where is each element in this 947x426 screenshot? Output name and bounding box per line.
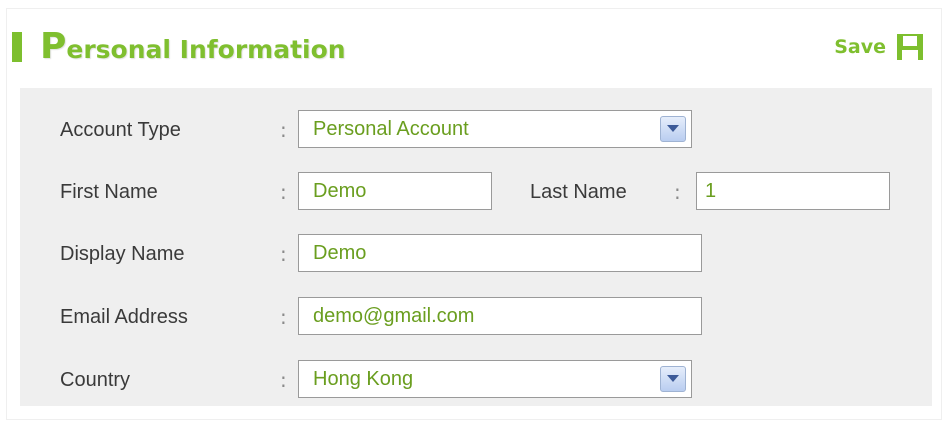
chevron-down-icon [667, 375, 679, 382]
email-separator: : [280, 305, 287, 329]
personal-information-form: Account Type : Personal Account First Na… [20, 88, 932, 406]
country-value: Hong Kong [313, 368, 414, 390]
last-name-input[interactable]: 1 [696, 172, 890, 210]
chevron-down-icon [667, 125, 679, 132]
country-row: Country : Hong Kong [20, 360, 932, 400]
account-type-dropdown-button[interactable] [660, 116, 686, 142]
account-type-row: Account Type : Personal Account [20, 110, 932, 150]
last-name-label: Last Name [530, 181, 627, 203]
account-type-value: Personal Account [313, 118, 469, 140]
country-label: Country [60, 369, 131, 391]
save-label[interactable]: Save [834, 36, 886, 58]
section-title-initial: P [40, 26, 67, 67]
email-label: Email Address [60, 306, 188, 328]
section-header: Personal Information Save [12, 22, 932, 72]
floppy-disk-icon[interactable] [896, 33, 924, 61]
country-dropdown-button[interactable] [660, 366, 686, 392]
save-button[interactable]: Save [834, 32, 924, 62]
display-name-row: Display Name : Demo [20, 234, 932, 274]
account-type-label: Account Type [60, 119, 181, 141]
last-name-separator: : [674, 180, 681, 204]
display-name-input[interactable]: Demo [298, 234, 702, 272]
first-name-label: First Name [60, 181, 158, 203]
first-name-input[interactable]: Demo [298, 172, 492, 210]
section-title-rest: ersonal Information [66, 35, 346, 64]
first-name-separator: : [280, 180, 287, 204]
section-title: Personal Information [40, 22, 346, 72]
country-select[interactable]: Hong Kong [298, 360, 692, 398]
name-row: First Name : Demo Last Name : 1 [20, 172, 932, 212]
email-row: Email Address : demo@gmail.com [20, 297, 932, 337]
account-type-select[interactable]: Personal Account [298, 110, 692, 148]
title-accent-bar [12, 32, 22, 62]
account-type-separator: : [280, 118, 287, 142]
country-separator: : [280, 368, 287, 392]
email-input[interactable]: demo@gmail.com [298, 297, 702, 335]
display-name-label: Display Name [60, 243, 185, 265]
display-name-separator: : [280, 242, 287, 266]
